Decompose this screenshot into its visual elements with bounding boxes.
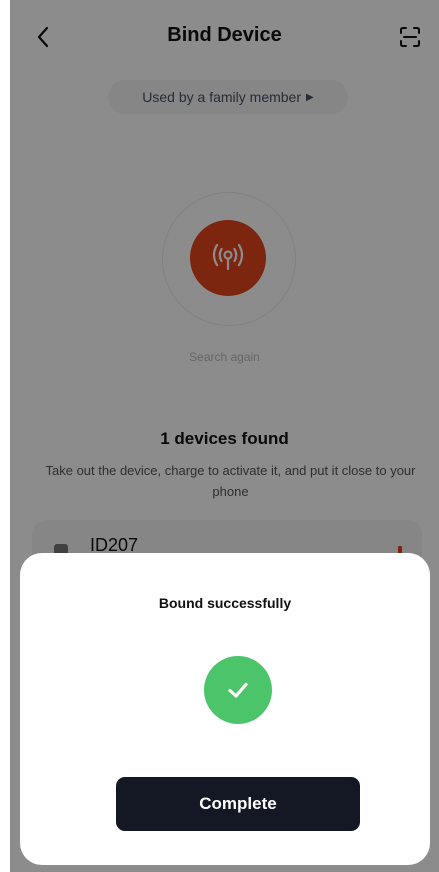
complete-button[interactable]: Complete: [116, 777, 360, 831]
bind-device-screen: Bind Device Used by a family member ▶ Se…: [10, 0, 439, 872]
check-icon: [228, 682, 248, 698]
bound-success-dialog: Bound successfully Complete: [20, 553, 430, 865]
dialog-title: Bound successfully: [158, 595, 292, 611]
success-badge: [204, 656, 272, 724]
